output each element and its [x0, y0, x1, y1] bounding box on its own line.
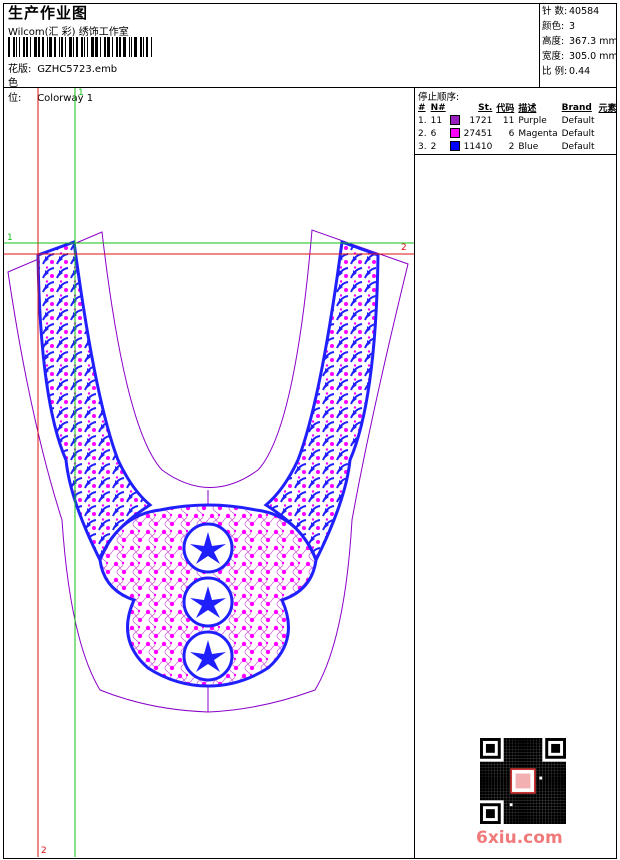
design-preview [4, 88, 414, 857]
guide-label-v2: 2 [41, 846, 47, 856]
site-watermark: 6xiu.com [476, 828, 563, 848]
right-collar-band [263, 239, 380, 564]
guide-label-h1: 1 [7, 233, 13, 243]
qr-code [480, 738, 566, 824]
left-collar-band [36, 239, 153, 564]
guide-label-h2: 2 [401, 243, 407, 253]
guide-label-v1: 1 [78, 88, 84, 98]
